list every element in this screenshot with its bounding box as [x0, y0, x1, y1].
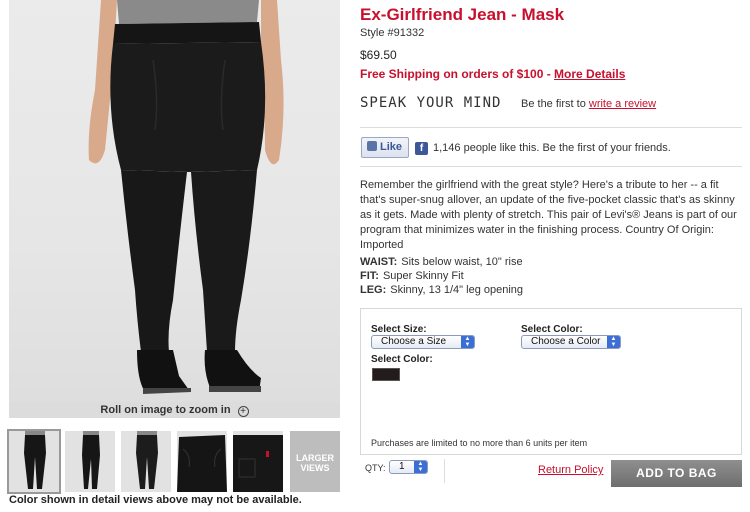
product-price: $69.50 [360, 48, 397, 62]
spec-fit: FIT: Super Skinny Fit [360, 270, 464, 282]
facebook-icon: f [415, 142, 428, 155]
thumbnail-strip: LARGER VIEWS [7, 429, 340, 494]
select-arrows-icon: ▲ ▼ [607, 336, 620, 348]
product-description: Remember the girlfriend with the great s… [360, 179, 737, 251]
style-number: Style #91332 [360, 27, 425, 39]
shipping-text: Free Shipping on orders of $100 - [360, 67, 555, 81]
thumbnail-detail-back-image [233, 435, 283, 492]
zoom-plus-icon: + [237, 406, 249, 417]
write-review-link[interactable]: write a review [589, 98, 656, 110]
product-main-image[interactable] [9, 0, 340, 402]
thumbnail-side-image [82, 431, 100, 489]
color-swatch-black[interactable] [372, 368, 400, 381]
spec-waist: WAIST: Sits below waist, 10" rise [360, 256, 523, 268]
select-arrows-icon: ▲ ▼ [414, 461, 427, 473]
thumbs-up-icon [367, 141, 377, 151]
divider [360, 127, 742, 128]
spec-value: Sits below waist, 10" rise [401, 256, 523, 268]
size-select[interactable]: Choose a Size ▲ ▼ [371, 335, 475, 349]
product-title: Ex-Girlfriend Jean - Mask [360, 5, 565, 24]
color-label: Select Color: [521, 324, 583, 335]
size-select-value: Choose a Size [381, 336, 447, 347]
spec-label: WAIST: [360, 256, 398, 268]
like-count-text: 1,146 people like this. Be the first of … [433, 142, 671, 154]
swatch-label: Select Color: [371, 354, 433, 365]
spec-value: Super Skinny Fit [382, 270, 464, 282]
size-label: Select Size: [371, 324, 427, 335]
thumbnail-detail-front-image [177, 435, 227, 492]
divider [444, 459, 445, 483]
shipping-promo: Free Shipping on orders of $100 - More D… [360, 67, 625, 81]
add-to-bag-button[interactable]: ADD TO BAG [611, 460, 742, 487]
review-tagline: SPEAK YOUR MIND [360, 95, 502, 111]
thumbnail-side[interactable] [65, 431, 115, 492]
more-details-link[interactable]: More Details [554, 67, 625, 81]
purchase-options-panel: Select Size: Choose a Size ▲ ▼ Select Col… [360, 308, 742, 455]
purchase-limit-note: Purchases are limited to no more than 6 … [371, 438, 588, 448]
divider [360, 166, 742, 167]
thumbnail-detail-back[interactable] [233, 431, 283, 492]
zoom-hint: Roll on image to zoom in + [9, 402, 340, 418]
spec-label: LEG: [360, 284, 387, 296]
color-select-value: Choose a Color [531, 336, 601, 347]
jeans-model-illustration [88, 0, 284, 394]
zoom-hint-text: Roll on image to zoom in [100, 404, 231, 416]
thumbnail-front-image [24, 431, 46, 489]
review-prompt: Be the first to write a review [521, 98, 656, 110]
spec-label: FIT: [360, 270, 379, 282]
facebook-like-button[interactable]: Like [361, 137, 409, 158]
spec-value: Skinny, 13 1/4" leg opening [390, 284, 524, 296]
color-disclaimer: Color shown in detail views above may no… [9, 494, 302, 506]
color-select[interactable]: Choose a Color ▲ ▼ [521, 335, 621, 349]
thumbnail-back-image [136, 431, 158, 489]
qty-label: QTY: [365, 463, 386, 473]
like-label: Like [380, 141, 403, 153]
quantity-select[interactable]: 1 ▲ ▼ [389, 460, 428, 474]
select-arrows-icon: ▲ ▼ [461, 336, 474, 348]
thumbnail-detail-front[interactable] [177, 431, 227, 492]
return-policy-link[interactable]: Return Policy [538, 464, 603, 476]
thumbnail-front[interactable] [7, 429, 61, 494]
quantity-value: 1 [399, 461, 405, 472]
larger-views-button[interactable]: LARGER VIEWS [290, 431, 340, 492]
spec-leg: LEG: Skinny, 13 1/4" leg opening [360, 284, 523, 296]
thumbnail-back[interactable] [121, 431, 171, 492]
review-prefix: Be the first to [521, 98, 589, 110]
